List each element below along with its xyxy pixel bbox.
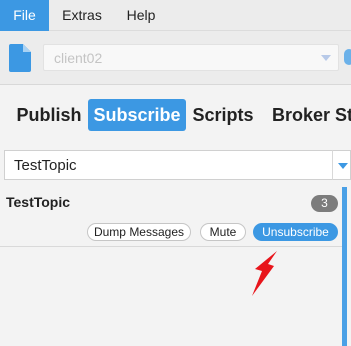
app-window: File Extras Help client02 Publish Subscr…	[0, 0, 351, 346]
connection-select-value: client02	[54, 50, 103, 66]
subscription-topic: TestTopic	[6, 194, 71, 210]
menu-extras[interactable]: Extras	[52, 0, 112, 31]
menu-file[interactable]: File	[0, 0, 49, 31]
chevron-down-icon	[338, 163, 348, 169]
subscription-item[interactable]: TestTopic 3 Dump Messages Mute Unsubscri…	[0, 187, 342, 247]
arrow-annotation-icon	[252, 251, 277, 296]
document-icon[interactable]	[9, 44, 31, 72]
subscribe-topic-row	[0, 150, 351, 180]
main-tabs: Publish Subscribe Scripts Broker Sta	[0, 86, 351, 143]
tab-subscribe[interactable]: Subscribe	[88, 99, 186, 131]
connection-bar: client02	[0, 31, 351, 85]
dump-messages-button[interactable]: Dump Messages	[87, 223, 191, 241]
subscription-color-rail	[342, 187, 347, 346]
tab-broker-status[interactable]: Broker Sta	[264, 99, 351, 131]
gear-icon[interactable]	[344, 49, 351, 65]
message-count-badge: 3	[311, 195, 338, 212]
topic-dropdown-button[interactable]	[332, 150, 351, 180]
tab-publish[interactable]: Publish	[11, 99, 87, 131]
unsubscribe-button[interactable]: Unsubscribe	[253, 223, 338, 241]
mute-button[interactable]: Mute	[200, 223, 246, 241]
chevron-down-icon	[321, 55, 331, 61]
menu-help[interactable]: Help	[114, 0, 168, 31]
connection-select[interactable]: client02	[43, 44, 339, 71]
tab-scripts[interactable]: Scripts	[190, 99, 256, 131]
subscribe-topic-input[interactable]	[4, 150, 332, 180]
subscription-list: TestTopic 3 Dump Messages Mute Unsubscri…	[0, 187, 351, 346]
menu-bar: File Extras Help	[0, 0, 351, 31]
